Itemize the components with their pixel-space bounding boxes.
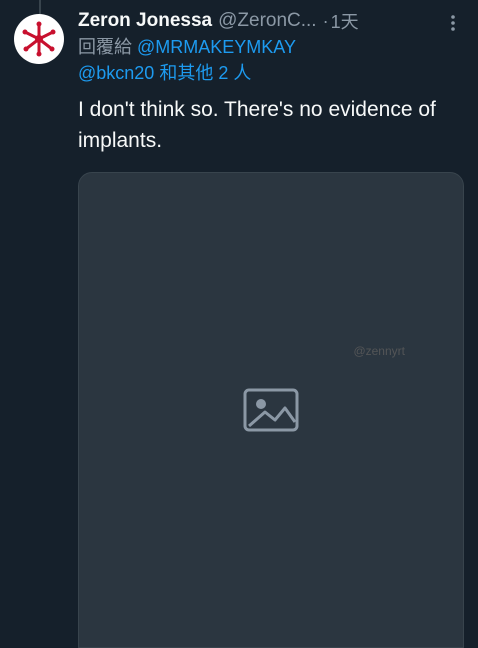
media-watermark: @zennyrt [353,344,405,358]
thread-connector-line [39,0,41,14]
reply-context-continued: @bkcn20 和其他 2 人 [78,60,464,86]
reply-prefix: 回覆給 [78,37,132,57]
display-name[interactable]: Zeron Jonessa [78,10,212,32]
tweet-media-placeholder[interactable]: @zennyrt [78,172,464,648]
reply-mention-link[interactable]: @MRMAKEYMKAY [137,37,296,57]
reply-mention-link[interactable]: @bkcn20 [78,63,154,83]
avatar[interactable] [14,14,64,64]
image-placeholder-icon [239,378,303,442]
reply-context: 回覆給 @MRMAKEYMKAY [78,34,464,60]
more-options-button[interactable] [442,12,464,34]
tweet-body: Zeron Jonessa @ZeronC... · 1天 回覆給 @MRMAK… [78,8,464,648]
tweet-header: Zeron Jonessa @ZeronC... · 1天 [78,8,464,34]
timestamp[interactable]: 1天 [331,8,359,34]
red-emblem-icon [22,21,56,57]
more-dots-icon [451,15,455,31]
separator-dot: · [322,10,329,31]
reply-others-link[interactable]: 和其他 2 人 [159,63,251,83]
user-handle[interactable]: @ZeronC... [218,10,316,32]
tweet-text: I don't think so. There's no evidence of… [78,98,436,152]
